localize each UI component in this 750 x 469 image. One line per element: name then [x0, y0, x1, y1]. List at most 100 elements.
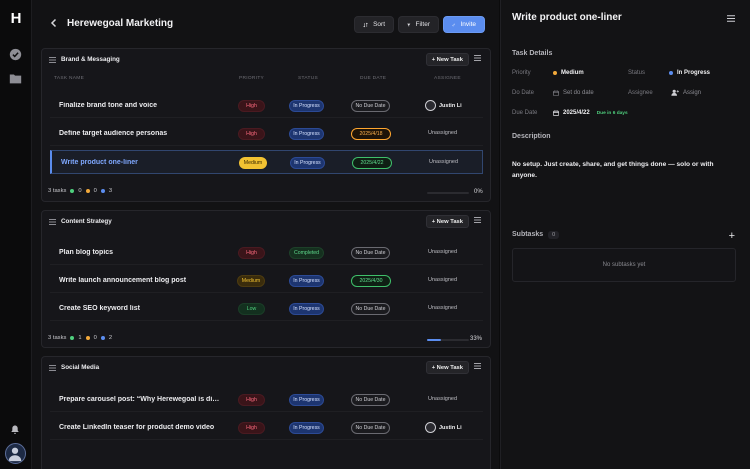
do-date-text: Set do date [563, 90, 594, 96]
link-icon [452, 23, 456, 26]
list-icon [49, 365, 56, 371]
menu-icon[interactable] [727, 15, 735, 22]
priority-badge[interactable]: High [238, 394, 265, 406]
add-subtask-button[interactable]: + [729, 230, 735, 242]
status-badge[interactable]: Completed [289, 247, 324, 259]
assignee[interactable]: Unassigned [428, 396, 457, 402]
due-date-badge[interactable]: No Due Date [351, 100, 390, 112]
bell-icon[interactable] [10, 424, 20, 435]
priority-badge[interactable]: High [238, 128, 265, 140]
priority-badge[interactable]: Medium [237, 275, 265, 287]
task-name[interactable]: Define target audience personas [59, 130, 167, 137]
due-date-badge[interactable]: No Due Date [351, 303, 390, 315]
due-date-badge[interactable]: No Due Date [351, 394, 390, 406]
filter-icon [407, 23, 411, 27]
menu-icon[interactable] [474, 217, 481, 223]
status-badge[interactable]: In Progress [290, 157, 325, 169]
panel-title[interactable]: Write product one-liner [512, 12, 622, 23]
priority-badge[interactable]: Low [238, 303, 265, 315]
task-group-social-media: Social Media + New Task Prepare carousel… [41, 356, 491, 469]
table-row[interactable]: Finalize brand tone and voice High In Pr… [50, 94, 483, 118]
progress-bar [427, 339, 469, 341]
list-icon [49, 219, 56, 225]
progress-percent: 0% [474, 189, 483, 195]
menu-icon[interactable] [474, 55, 481, 61]
do-date-value[interactable]: Set do date [553, 90, 594, 96]
priority-label: Priority [512, 70, 531, 76]
calendar-icon [553, 90, 559, 96]
assignee[interactable]: Justin Li [425, 100, 462, 111]
due-date-value[interactable]: 2025/4/22 Due in 6 days [553, 110, 628, 116]
priority-badge[interactable]: High [238, 247, 265, 259]
due-date-badge[interactable]: 2025/4/18 [351, 128, 391, 140]
chevron-left-icon[interactable] [48, 17, 60, 29]
col-task-name: TASK NAME [54, 76, 85, 81]
in-progress-count: 2 [108, 335, 113, 341]
task-name[interactable]: Create LinkedIn teaser for product demo … [59, 424, 214, 431]
sort-button[interactable]: Sort [354, 16, 394, 33]
calendar-icon [553, 110, 559, 116]
group-title[interactable]: Content Strategy [61, 218, 112, 225]
task-name[interactable]: Write product one-liner [61, 159, 138, 166]
table-row[interactable]: Define target audience personas High In … [50, 122, 483, 146]
assignee[interactable]: Unassigned [429, 159, 458, 165]
status-label: Status [628, 70, 646, 76]
assignee[interactable]: Unassigned [428, 305, 457, 311]
new-task-button[interactable]: + New Task [425, 361, 469, 374]
avatar [425, 422, 436, 433]
group-header: Social Media + New Task [42, 357, 490, 379]
folder-icon[interactable] [9, 72, 22, 85]
pending-dot [85, 189, 90, 193]
in-progress-dot [100, 336, 105, 340]
status-value[interactable]: In Progress [669, 70, 710, 76]
group-title[interactable]: Social Media [61, 364, 99, 371]
status-badge[interactable]: In Progress [289, 275, 324, 287]
due-date-badge[interactable]: No Due Date [351, 247, 390, 259]
due-date-badge[interactable]: No Due Date [351, 422, 390, 434]
priority-badge[interactable]: High [238, 422, 265, 434]
due-date-text: 2025/4/22 [563, 110, 590, 116]
status-badge[interactable]: In Progress [289, 128, 324, 140]
status-badge[interactable]: In Progress [289, 422, 324, 434]
priority-badge[interactable]: Medium [239, 157, 267, 169]
new-task-button[interactable]: + New Task [425, 215, 469, 228]
table-row-selected[interactable]: Write product one-liner Medium In Progre… [50, 150, 483, 174]
app-logo[interactable]: H [8, 10, 24, 28]
filter-button[interactable]: Filter [398, 16, 439, 33]
status-badge[interactable]: In Progress [289, 100, 324, 112]
priority-badge[interactable]: High [238, 100, 265, 112]
pending-count: 0 [93, 335, 97, 341]
due-date-badge[interactable]: 2025/4/30 [351, 275, 391, 287]
user-avatar[interactable] [5, 443, 26, 464]
task-name[interactable]: Write launch announcement blog post [59, 277, 186, 284]
table-row[interactable]: Create LinkedIn teaser for product demo … [50, 416, 483, 440]
assignee[interactable]: Unassigned [428, 130, 457, 136]
due-date-badge[interactable]: 2025/4/22 [352, 157, 392, 169]
assignee[interactable]: Justin Li [425, 422, 462, 433]
task-name[interactable]: Create SEO keyword list [59, 305, 140, 312]
menu-icon[interactable] [474, 363, 481, 369]
group-footer: 3 tasks 0 0 3 [48, 188, 112, 194]
task-name[interactable]: Prepare carousel post: “Why Herewegoal i… [59, 396, 221, 403]
table-row[interactable]: Plan blog topics High Completed No Due D… [50, 241, 483, 265]
group-title[interactable]: Brand & Messaging [61, 56, 120, 63]
table-row[interactable]: Create SEO keyword list Low In Progress … [50, 297, 483, 321]
task-name[interactable]: Plan blog topics [59, 249, 113, 256]
main-area: Herewegoal Marketing Sort Filter Invite … [31, 0, 499, 469]
table-row[interactable]: Write launch announcement blog post Medi… [50, 269, 483, 293]
description-text[interactable]: No setup. Just create, share, and get th… [512, 159, 734, 181]
table-row[interactable]: Prepare carousel post: “Why Herewegoal i… [50, 388, 483, 412]
invite-button[interactable]: Invite [443, 16, 485, 33]
pending-count: 0 [93, 188, 97, 194]
assignee[interactable]: Unassigned [428, 277, 457, 283]
assignee[interactable]: Unassigned [428, 249, 457, 255]
assign-button[interactable]: Assign [671, 89, 701, 96]
priority-value[interactable]: Medium [553, 70, 584, 76]
sort-icon [363, 22, 368, 27]
status-badge[interactable]: In Progress [289, 394, 324, 406]
new-task-button[interactable]: + New Task [425, 53, 469, 66]
check-circle-icon[interactable] [9, 48, 22, 61]
task-name[interactable]: Finalize brand tone and voice [59, 102, 157, 109]
task-detail-panel: Write product one-liner Task Details Pri… [500, 0, 750, 469]
status-badge[interactable]: In Progress [289, 303, 324, 315]
